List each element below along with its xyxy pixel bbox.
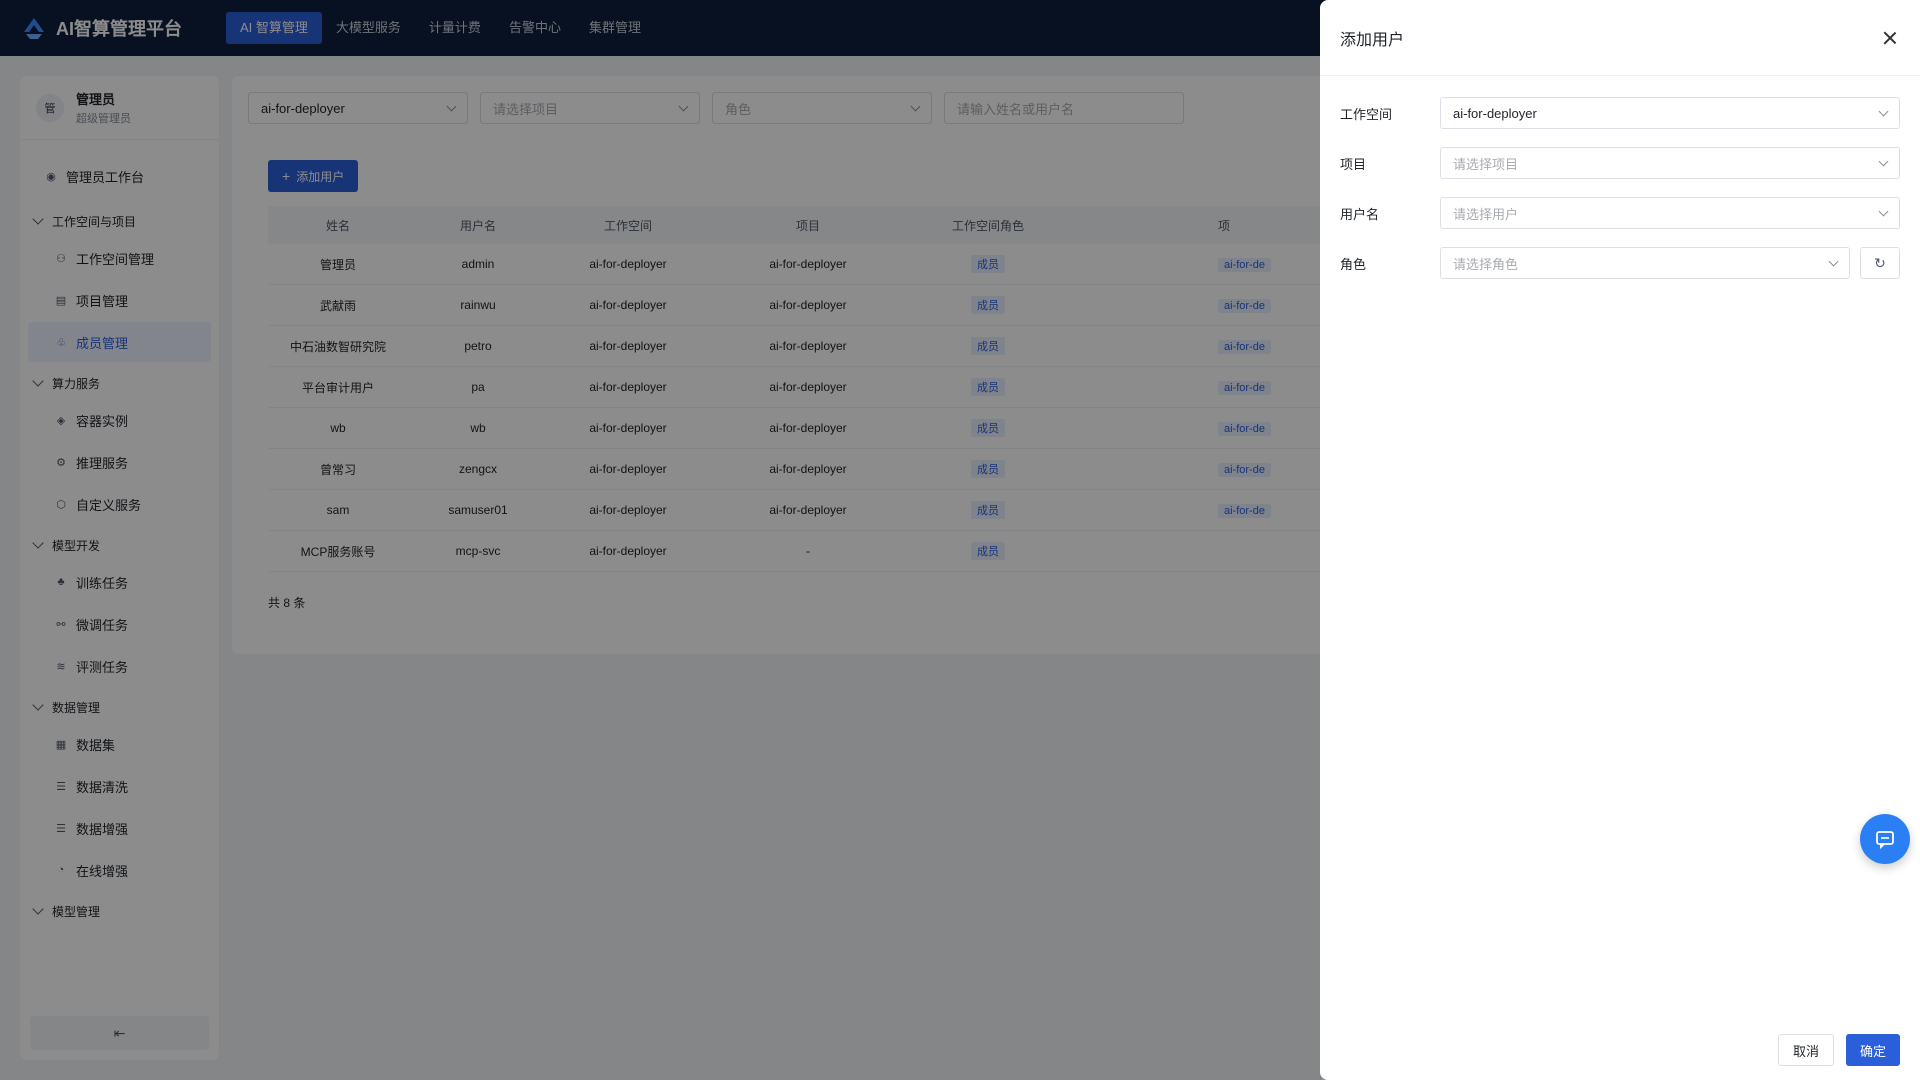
username-select[interactable]: 请选择用户 — [1440, 197, 1900, 229]
confirm-button[interactable]: 确定 — [1845, 1034, 1900, 1066]
chevron-down-icon — [1878, 206, 1889, 216]
workspace-select[interactable]: ai-for-deployer — [1440, 97, 1900, 129]
refresh-roles-button[interactable]: ↻ — [1860, 247, 1900, 279]
chevron-down-icon — [1878, 106, 1889, 116]
chat-icon — [1876, 831, 1894, 850]
role-label: 角色 — [1340, 256, 1367, 272]
role-select[interactable]: 请选择角色 — [1440, 247, 1850, 279]
workspace-label: 工作空间 — [1340, 106, 1393, 122]
close-icon[interactable] — [1880, 28, 1900, 48]
form-row-workspace: 工作空间 ai-for-deployer — [1340, 96, 1900, 130]
chevron-down-icon — [1878, 156, 1889, 166]
form-row-username: 用户名 请选择用户 — [1340, 196, 1900, 230]
form-row-project: 项目 请选择项目 — [1340, 146, 1900, 180]
form-row-role: 角色 请选择角色 ↻ — [1340, 246, 1900, 280]
chevron-down-icon — [1828, 256, 1839, 266]
cancel-button[interactable]: 取消 — [1777, 1034, 1834, 1066]
refresh-icon: ↻ — [1874, 254, 1886, 271]
drawer-footer: 取消 确定 — [1766, 1034, 1900, 1066]
chat-button[interactable] — [1860, 814, 1910, 864]
add-user-drawer: 添加用户 工作空间 ai-for-deployer 项目 请选择项目 用户名 请… — [1320, 0, 1920, 1080]
drawer-title: 添加用户 — [1340, 31, 1405, 49]
username-label: 用户名 — [1340, 206, 1380, 222]
project-label: 项目 — [1340, 156, 1367, 172]
drawer-header: 添加用户 — [1320, 0, 1920, 76]
project-select[interactable]: 请选择项目 — [1440, 147, 1900, 179]
add-user-form: 工作空间 ai-for-deployer 项目 请选择项目 用户名 请选择用户 … — [1320, 76, 1920, 316]
